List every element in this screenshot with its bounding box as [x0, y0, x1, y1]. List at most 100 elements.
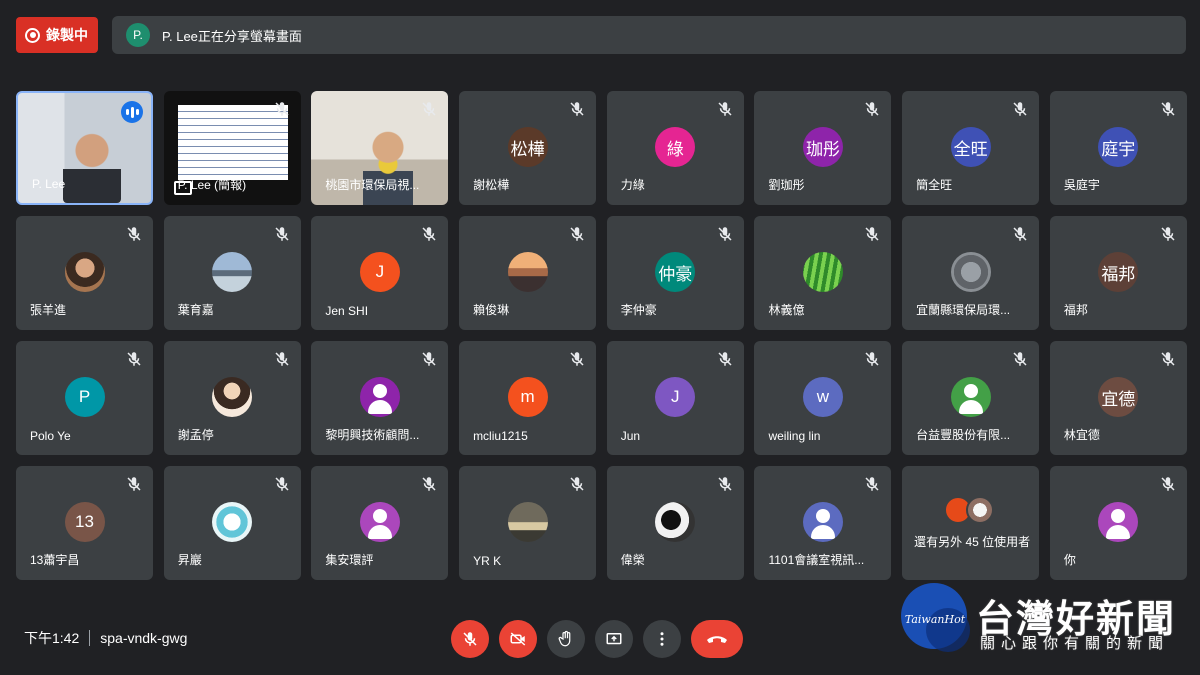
- participant-name: 賴俊琳: [473, 303, 510, 317]
- avatar: P: [64, 377, 105, 417]
- participant-tile[interactable]: J Jen SHI: [311, 216, 449, 330]
- participant-name: 謝孟停: [177, 428, 214, 442]
- avatar-photo: [212, 502, 253, 542]
- mic-muted-icon: [716, 100, 734, 118]
- avatar: 福邦: [1098, 252, 1139, 292]
- share-banner-text: P. Lee正在分享螢幕畫面: [162, 28, 302, 44]
- participant-tile[interactable]: w weiling lin: [754, 341, 892, 455]
- present-button[interactable]: [595, 620, 633, 658]
- participant-name: 李仲豪: [620, 303, 657, 317]
- mic-muted-icon: [716, 475, 734, 493]
- participant-tile[interactable]: 13 13蕭宇昌: [16, 466, 153, 580]
- participant-name: 張羊進: [30, 303, 67, 317]
- participant-name: 還有另外 45 位使用者: [914, 535, 1031, 549]
- mic-muted-icon: [568, 475, 586, 493]
- hang-up-icon: [707, 636, 727, 643]
- participant-name: 劉珈彤: [768, 178, 805, 192]
- participant-tile[interactable]: 福邦 福邦: [1049, 216, 1187, 330]
- meeting-details[interactable]: 下午1:42 spa-vndk-gwg: [24, 628, 187, 648]
- avatar: 松樺: [507, 127, 548, 167]
- record-icon: [25, 27, 40, 43]
- mic-muted-icon: [1011, 100, 1029, 118]
- participant-tile[interactable]: 綠力綠: [606, 91, 744, 205]
- participant-name: Polo Ye: [30, 429, 71, 443]
- mic-muted-icon: [420, 350, 438, 368]
- more-options-button[interactable]: [643, 620, 681, 658]
- mic-muted-icon: [273, 225, 291, 243]
- mic-muted-icon: [1159, 475, 1177, 493]
- news-watermark: TaiwanHot 台灣好新聞 關心跟你有關的新聞: [898, 582, 1190, 668]
- participant-name: 簡全旺: [916, 178, 953, 192]
- participant-name: 力綠: [620, 178, 645, 192]
- participant-tile[interactable]: J Jun: [606, 341, 744, 455]
- participant-tile[interactable]: P. Lee: [16, 91, 153, 205]
- participant-tile[interactable]: m mcliu1215: [459, 341, 597, 455]
- mic-muted-icon: [1011, 225, 1029, 243]
- mic-muted-icon: [420, 225, 438, 243]
- camera-toggle-button[interactable]: [499, 620, 537, 658]
- participant-tile[interactable]: 張羊進: [16, 216, 153, 330]
- mic-muted-icon: [1159, 350, 1177, 368]
- avatar: m: [507, 377, 548, 417]
- mic-muted-icon: [1159, 100, 1177, 118]
- mic-muted-icon: [863, 225, 881, 243]
- participant-tile[interactable]: P Polo Ye: [16, 341, 153, 455]
- mic-toggle-button[interactable]: [451, 620, 489, 658]
- avatar: 宜德: [1098, 377, 1139, 417]
- mic-muted-icon: [568, 350, 586, 368]
- divider: [89, 630, 91, 646]
- participant-tile[interactable]: 台益豐股份有限...: [902, 341, 1040, 455]
- participant-name: 葉育嘉: [177, 303, 214, 317]
- participant-name: Jen SHI: [325, 304, 369, 318]
- participant-tile[interactable]: 偉榮: [606, 466, 744, 580]
- participant-tile[interactable]: 昇巖: [163, 466, 301, 580]
- participant-tile[interactable]: 黎明興技術顧問...: [311, 341, 449, 455]
- participant-tile[interactable]: 賴俊琳: [459, 216, 597, 330]
- participant-tile[interactable]: 宜蘭縣環保局環...: [902, 216, 1040, 330]
- participant-video: [63, 133, 121, 203]
- participant-tile[interactable]: 還有另外 45 位使用者: [902, 466, 1040, 580]
- hang-up-button[interactable]: [691, 620, 743, 658]
- mic-muted-icon: [863, 350, 881, 368]
- default-person-icon: [359, 377, 400, 417]
- participant-tile[interactable]: 全旺 簡全旺: [902, 91, 1040, 205]
- recording-badge[interactable]: 錄製中: [16, 17, 98, 53]
- participant-name: 謝松樺: [473, 178, 510, 192]
- mic-off-icon: [463, 632, 477, 646]
- camera-off-icon: [510, 632, 526, 646]
- participant-tile[interactable]: 林義億: [754, 216, 892, 330]
- participant-tile[interactable]: P. Lee (簡報): [163, 91, 301, 205]
- mic-muted-icon: [273, 350, 291, 368]
- avatar: 13: [64, 502, 105, 542]
- raise-hand-button[interactable]: [547, 620, 585, 658]
- participant-tile[interactable]: 庭宇 吳庭宇: [1049, 91, 1187, 205]
- participant-name: 你: [1063, 553, 1076, 567]
- participant-name: 偉榮: [620, 553, 645, 567]
- speaking-indicator-icon: [121, 101, 143, 123]
- participant-tile[interactable]: 珈彤 劉珈彤: [754, 91, 892, 205]
- participant-tile[interactable]: 宜德 林宜德: [1049, 341, 1187, 455]
- participant-name: 昇巖: [177, 553, 202, 567]
- participant-tile[interactable]: YR K: [459, 466, 597, 580]
- avatar-photo: [212, 377, 253, 417]
- screen-share-banner: P. P. Lee正在分享螢幕畫面: [112, 16, 1186, 54]
- participant-tile[interactable]: 謝孟停: [163, 341, 301, 455]
- participant-name: 林義億: [768, 303, 805, 317]
- meeting-time: 下午1:42: [24, 630, 80, 646]
- default-person-icon: [1098, 502, 1139, 542]
- participant-name: 1101會議室視訊...: [768, 553, 865, 567]
- participant-name: 吳庭宇: [1063, 178, 1100, 192]
- participant-tile[interactable]: 1101會議室視訊...: [754, 466, 892, 580]
- mic-muted-icon: [1159, 225, 1177, 243]
- participant-tile[interactable]: 葉育嘉: [163, 216, 301, 330]
- recording-label: 錄製中: [46, 27, 88, 43]
- mic-muted-icon: [420, 100, 438, 118]
- default-person-icon: [802, 502, 843, 542]
- participant-tile[interactable]: 你: [1049, 466, 1187, 580]
- participant-tile[interactable]: 集安環評: [311, 466, 449, 580]
- participant-tile[interactable]: 桃園市環保局視...: [311, 91, 449, 205]
- participant-tile[interactable]: 仲豪 李仲豪: [606, 216, 744, 330]
- raise-hand-icon: [558, 630, 571, 647]
- participant-video: [363, 131, 414, 205]
- participant-tile[interactable]: 松樺謝松樺: [459, 91, 597, 205]
